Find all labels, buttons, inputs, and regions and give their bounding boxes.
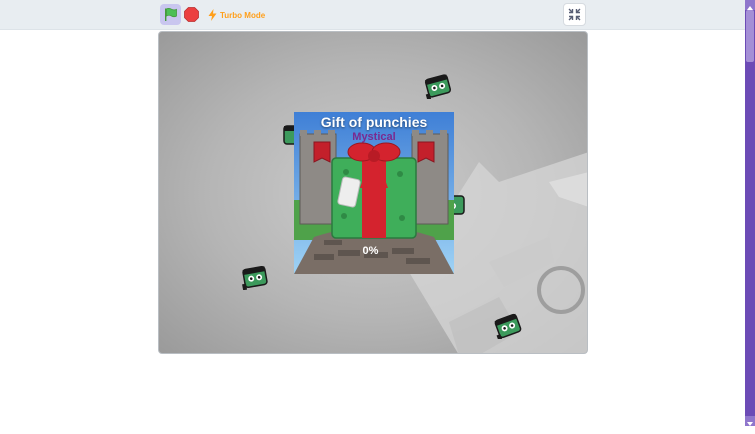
gift-rarity: Mystical	[352, 131, 396, 143]
scroll-thumb[interactable]	[746, 10, 754, 62]
monster-sprite-icon[interactable]	[494, 313, 522, 339]
stop-button[interactable]	[184, 7, 199, 22]
green-flag-button[interactable]	[160, 4, 181, 25]
stop-icon	[184, 7, 199, 22]
monster-sprite-icon[interactable]	[424, 73, 452, 99]
turbo-mode-indicator: Turbo Mode	[208, 8, 265, 22]
menu-bar: Turbo Mode	[0, 0, 745, 30]
exit-fullscreen-button[interactable]	[563, 3, 586, 26]
monster-sprite-icon[interactable]	[241, 264, 269, 290]
green-flag-icon	[165, 7, 177, 21]
chevron-down-icon	[747, 422, 753, 426]
scroll-down-arrow[interactable]	[745, 416, 755, 426]
exit-fullscreen-icon	[568, 8, 581, 21]
turbo-mode-label: Turbo Mode	[220, 10, 266, 20]
lightning-icon	[208, 9, 217, 21]
gift-title: Gift of punchies	[320, 114, 428, 130]
page-scrollbar[interactable]	[745, 0, 755, 426]
scroll-up-arrow[interactable]	[745, 0, 755, 10]
gift-opening-popup[interactable]: Gift of punchies Mystical 0%	[294, 112, 454, 274]
game-stage[interactable]: Gift of punchies Mystical 0%	[158, 31, 588, 354]
gift-progress-text: 0%	[362, 245, 379, 257]
